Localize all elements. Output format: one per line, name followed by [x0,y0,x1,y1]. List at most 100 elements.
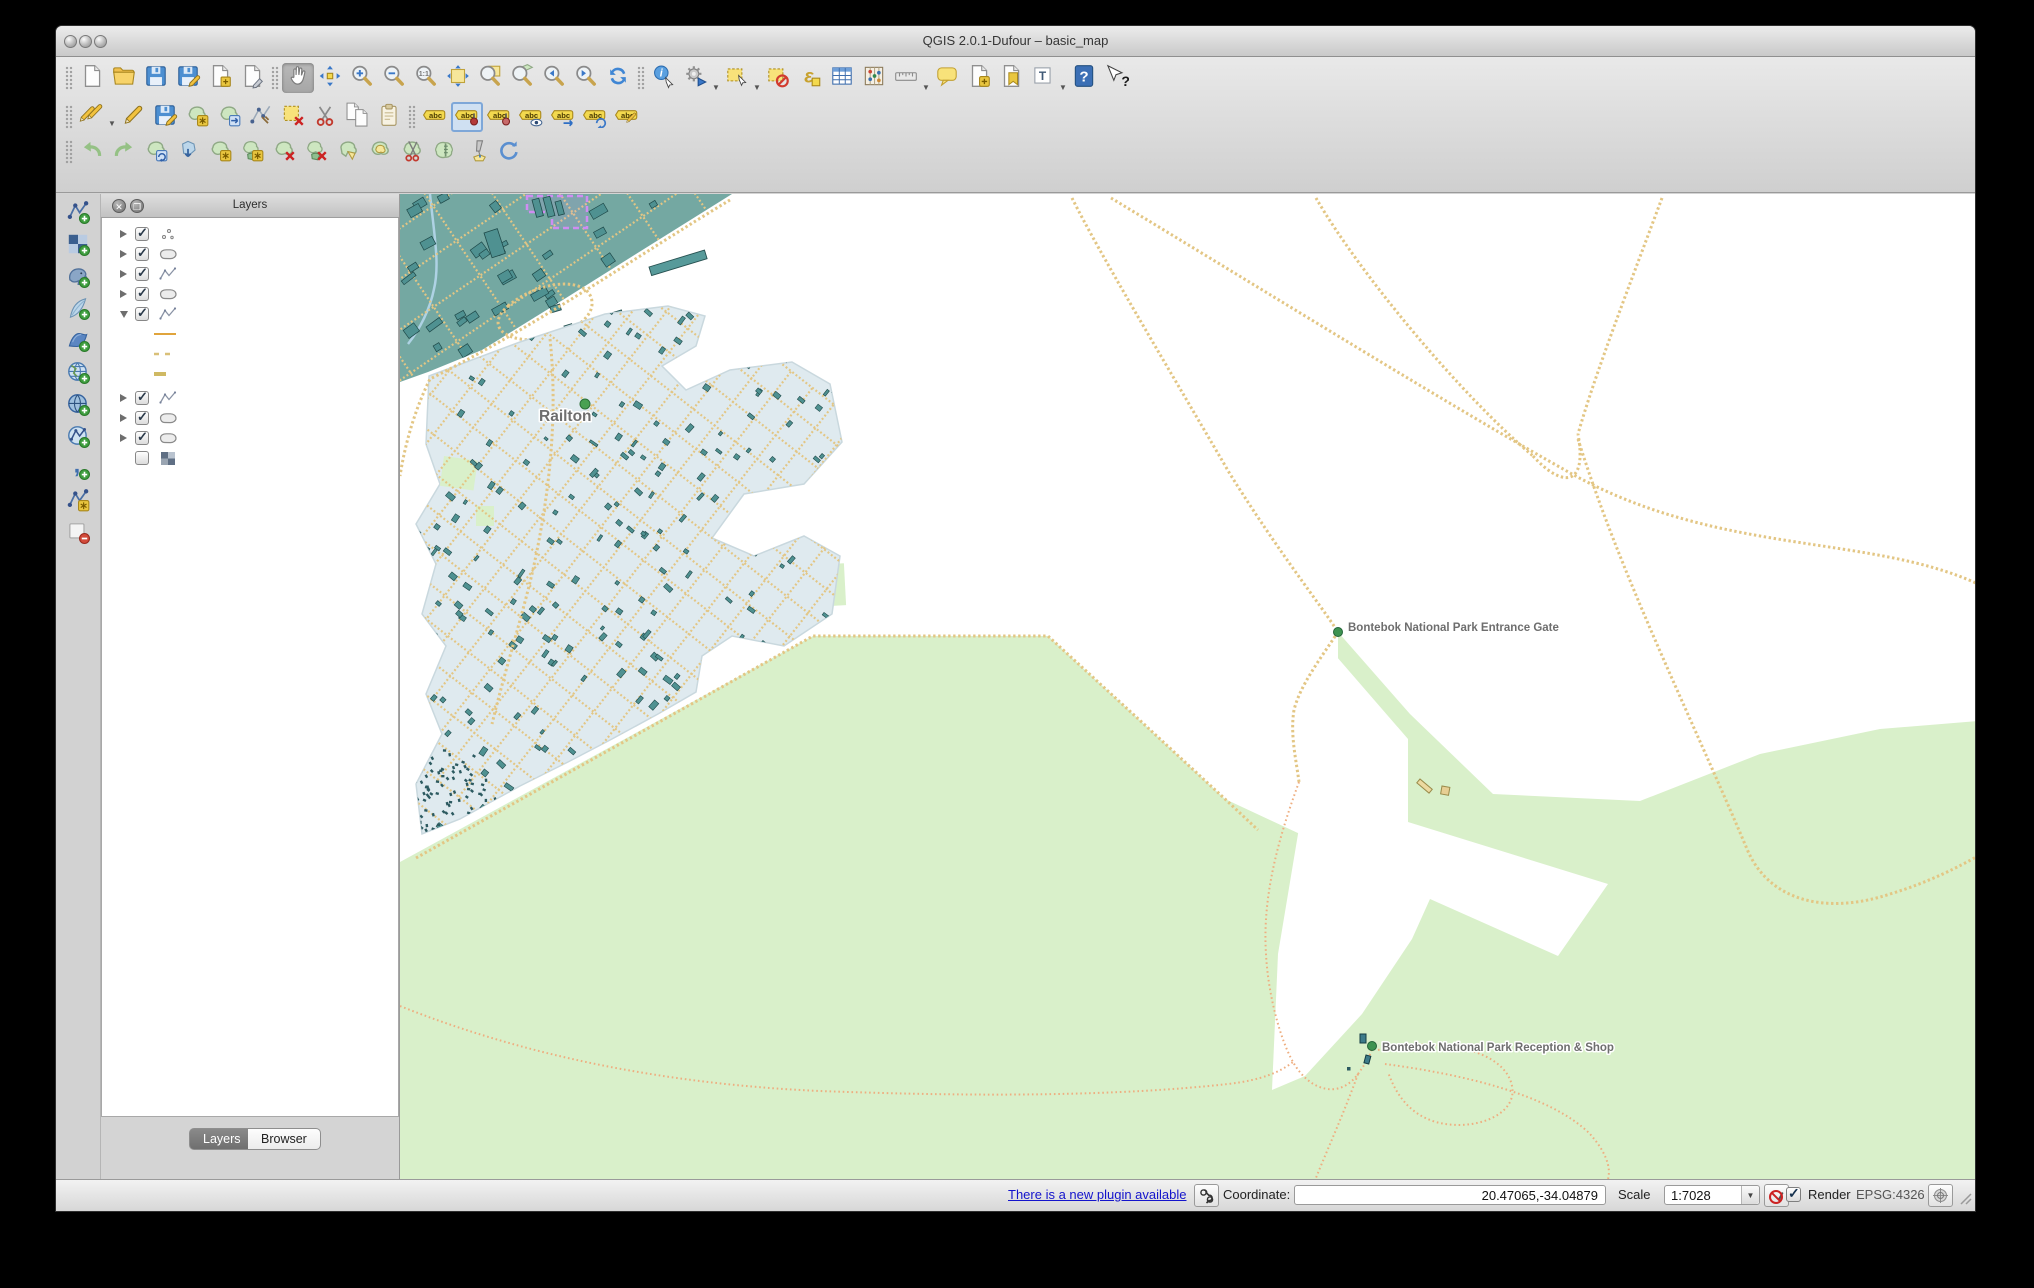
new-shapefile-layer-button[interactable] [61,486,95,518]
layer-item-routes[interactable] [102,304,398,324]
deselect-features-button[interactable] [762,63,794,93]
add-raster-layer-button[interactable] [61,230,95,262]
rotate-feature-button[interactable] [140,137,172,167]
text-annotation-dropdown-arrow[interactable]: ▼ [1059,57,1068,99]
help-contents-button[interactable]: ? [1068,63,1100,93]
add-ring-button[interactable] [204,137,236,167]
show-bookmarks-button[interactable] [995,63,1027,93]
save-layer-edits-button[interactable] [149,102,181,132]
tab-layers[interactable]: Layers [189,1128,255,1150]
scale-dropdown-arrow[interactable]: ▼ [1741,1186,1759,1204]
zoom-in-button[interactable] [346,63,378,93]
layer-visibility-checkbox[interactable] [135,227,149,241]
rotate-label-button[interactable]: abc [579,102,611,132]
layer-visibility-checkbox[interactable] [135,451,149,465]
layer-visibility-checkbox[interactable] [135,411,149,425]
layer-expander-icon[interactable] [120,311,128,318]
layer-expander-icon[interactable] [120,230,127,238]
whats-this-button[interactable]: ? [1100,63,1132,93]
layer-visibility-checkbox[interactable] [135,267,149,281]
add-delimited-text-layer-button[interactable]: , [61,454,95,486]
zoom-last-button[interactable] [538,63,570,93]
title-bar[interactable]: QGIS 2.0.1-Dufour – basic_map [56,26,1975,57]
crs-status-icon[interactable] [1928,1184,1953,1207]
coordinate-input[interactable]: 20.47065,-34.04879 [1294,1185,1606,1205]
zoom-next-button[interactable] [570,63,602,93]
offset-curve-button[interactable] [364,137,396,167]
undo-button[interactable] [76,137,108,167]
add-mssql-layer-button[interactable] [61,326,95,358]
layer-item-water[interactable] [102,284,398,304]
layer-expander-icon[interactable] [120,394,127,402]
add-wms-layer-button[interactable] [61,358,95,390]
select-features-button[interactable] [721,63,753,93]
current-edits-button[interactable] [76,102,108,132]
split-features-button[interactable] [396,137,428,167]
zoom-to-selection-button[interactable] [474,63,506,93]
map-tips-button[interactable] [931,63,963,93]
add-wcs-layer-button[interactable] [61,390,95,422]
simplify-feature-button[interactable] [172,137,204,167]
add-feature-button[interactable] [181,102,213,132]
remove-layer-button[interactable] [61,518,95,550]
map-canvas[interactable]: RailtonBontebok National Park Entrance G… [399,194,1975,1179]
add-wfs-layer-button[interactable] [61,422,95,454]
add-postgis-layer-button[interactable] [61,262,95,294]
layer-labeling-options-button[interactable]: abc [419,102,451,132]
delete-ring-button[interactable] [268,137,300,167]
layer-item-3420C_2010_327_RGB_LATLNG[interactable] [102,448,398,468]
redo-button[interactable] [108,137,140,167]
paste-features-button[interactable] [373,102,405,132]
change-label-properties-button[interactable]: abc [611,102,643,132]
layer-expander-icon[interactable] [120,434,127,442]
layer-item-rivers[interactable] [102,388,398,408]
refresh-map-button[interactable] [602,63,634,93]
open-attribute-table-button[interactable] [826,63,858,93]
layer-visibility-checkbox[interactable] [135,431,149,445]
merge-features-button[interactable] [428,137,460,167]
save-project-button[interactable] [140,63,172,93]
field-calculator-button[interactable] [858,63,890,93]
layer-expander-icon[interactable] [120,414,127,422]
composer-manager-button[interactable] [236,63,268,93]
measure-button[interactable] [890,63,922,93]
node-tool-button[interactable] [245,102,277,132]
delete-part-button[interactable] [300,137,332,167]
layer-expander-icon[interactable] [120,270,127,278]
layer-item-landuse[interactable] [102,428,398,448]
identify-features-button[interactable]: i [648,63,680,93]
tab-browser[interactable]: Browser [248,1128,321,1150]
layer-item-places[interactable] [102,224,398,244]
scale-combobox[interactable]: 1:7028 ▼ [1664,1185,1760,1205]
layer-symbology-item[interactable] [102,344,398,364]
add-part-button[interactable] [236,137,268,167]
delete-selected-button[interactable] [277,102,309,132]
layer-visibility-checkbox[interactable] [135,247,149,261]
pin-unpin-labels-button[interactable]: abc [451,102,483,132]
render-checkbox[interactable] [1786,1187,1801,1202]
rotate-point-symbols-button[interactable] [492,137,524,167]
select-features-dropdown-arrow[interactable]: ▼ [753,57,762,99]
measure-dropdown-arrow[interactable]: ▼ [922,57,931,99]
layer-item-school_property[interactable] [102,408,398,428]
pan-map-to-selection-button[interactable] [314,63,346,93]
add-vector-layer-button[interactable] [61,198,95,230]
plugin-icon[interactable] [1194,1184,1219,1207]
new-bookmark-button[interactable] [963,63,995,93]
map-view[interactable]: RailtonBontebok National Park Entrance G… [400,194,1976,1207]
open-project-button[interactable] [108,63,140,93]
layer-expander-icon[interactable] [120,250,127,258]
layer-expander-icon[interactable] [120,290,127,298]
layer-item-buildings[interactable] [102,244,398,264]
reshape-features-button[interactable] [332,137,364,167]
zoom-to-layer-button[interactable] [506,63,538,93]
add-spatialite-layer-button[interactable] [61,294,95,326]
layer-visibility-checkbox[interactable] [135,307,149,321]
layer-item-roads[interactable] [102,264,398,284]
new-plugin-link[interactable]: There is a new plugin available [1008,1187,1187,1202]
copy-features-button[interactable] [341,102,373,132]
zoom-out-button[interactable] [378,63,410,93]
new-print-composer-button[interactable] [204,63,236,93]
cut-features-button[interactable] [309,102,341,132]
toggle-editing-button[interactable] [117,102,149,132]
